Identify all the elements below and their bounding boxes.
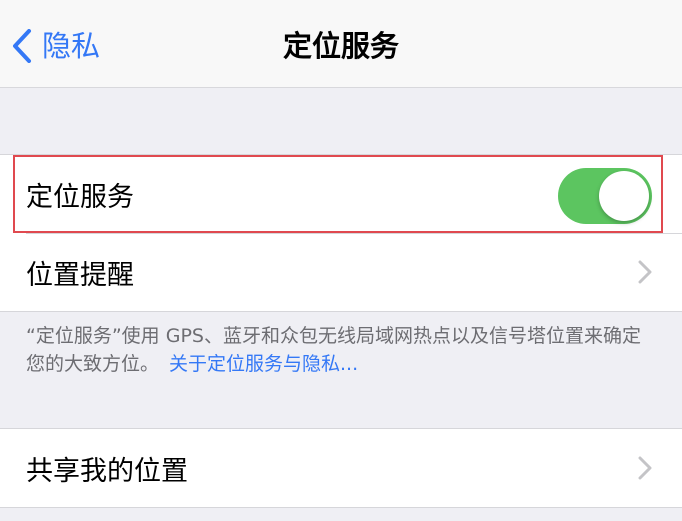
location-services-toggle[interactable]: [558, 168, 652, 224]
location-alerts-label: 位置提醒: [26, 259, 134, 291]
page-title: 定位服务: [282, 29, 399, 63]
share-my-location-row[interactable]: 共享我的位置: [0, 429, 682, 507]
chevron-right-icon: [638, 260, 652, 284]
chevron-right-icon: [638, 456, 652, 480]
location-settings-group: 定位服务 位置提醒: [0, 154, 682, 312]
location-services-row: 定位服务: [0, 155, 682, 233]
toggle-knob: [599, 171, 649, 221]
back-button-label: 隐私: [42, 29, 101, 63]
share-my-location-label: 共享我的位置: [26, 455, 188, 487]
location-alerts-row[interactable]: 位置提醒: [0, 233, 682, 311]
privacy-info-link[interactable]: 关于定位服务与隐私...: [169, 353, 358, 375]
navigation-bar: 定位服务 隐私: [0, 0, 682, 88]
location-services-label: 定位服务: [26, 181, 134, 213]
back-button[interactable]: 隐私: [12, 24, 100, 68]
share-location-group: 共享我的位置: [0, 428, 682, 508]
chevron-left-icon: [12, 29, 32, 63]
location-services-description: “定位服务”使用 GPS、蓝牙和众包无线局域网热点以及信号塔位置来确定您的大致方…: [26, 322, 656, 378]
